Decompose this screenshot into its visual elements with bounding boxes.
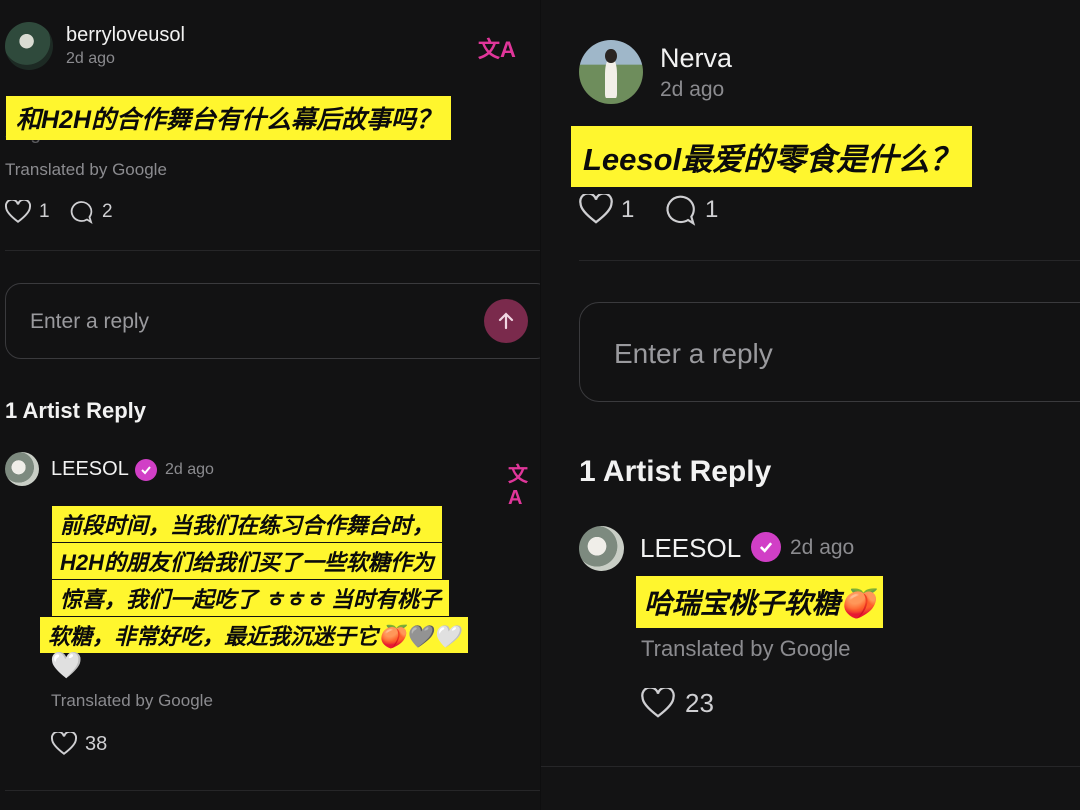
artist-translation-line-1: 前段时间，当我们在练习合作舞台时， (52, 506, 443, 542)
left-screenshot: berryloveusol 2d ago 文A ⋮ stage with Hat… (0, 0, 540, 810)
like-stat[interactable]: 1 (579, 194, 634, 225)
artist-reply-heading: 1 Artist Reply (579, 455, 772, 488)
reply-placeholder: Enter a reply (30, 310, 150, 333)
artist-translation-line-4: 软糖，非常好吃，最近我沉迷于它🍑🩶🤍 (40, 617, 469, 653)
like-stat[interactable]: 1 (5, 200, 50, 224)
translation-highlight: Leesol最爱的零食是什么？ (571, 126, 973, 187)
heart-icon (641, 688, 675, 718)
like-count: 1 (39, 201, 50, 222)
artist-avatar[interactable] (5, 452, 39, 486)
artist-name[interactable]: LEESOL (640, 533, 741, 564)
reply-input[interactable]: Enter a reply (579, 302, 1080, 402)
post-username[interactable]: berryloveusol (66, 24, 185, 47)
artist-translation-line-3: 惊喜，我们一起吃了 ㅎㅎㅎ 当时有桃子 (52, 580, 449, 616)
artist-translation-line-2: H2H的朋友们给我们买了一些软糖作为 (52, 543, 443, 579)
artist-translation-highlight: 哈瑞宝桃子软糖🍑 (636, 576, 883, 628)
user-avatar[interactable] (579, 40, 643, 104)
like-count: 1 (621, 195, 635, 223)
verified-badge-icon (751, 532, 781, 562)
comment-icon (70, 201, 93, 224)
artist-like-count: 38 (85, 732, 108, 755)
heart-icon (5, 200, 31, 223)
artist-name[interactable]: LEESOL (51, 458, 129, 481)
artist-reply-time: 2d ago (790, 536, 855, 559)
post-time: 2d ago (660, 78, 725, 101)
heart-icon (51, 732, 77, 755)
heart-icon (579, 194, 613, 224)
trailing-emoji: 🤍 (50, 650, 83, 680)
comment-count: 2 (102, 201, 113, 222)
reply-placeholder: Enter a reply (614, 338, 773, 369)
translate-icon[interactable]: 文A (508, 458, 540, 510)
verified-badge-icon (135, 459, 157, 481)
divider (5, 790, 540, 791)
reply-input[interactable]: Enter a reply (5, 283, 540, 359)
comment-count: 1 (705, 196, 719, 223)
user-avatar[interactable] (5, 22, 53, 70)
divider (579, 260, 1080, 261)
artist-like-stat[interactable]: 23 (641, 688, 714, 719)
artist-like-stat[interactable]: 38 (51, 732, 107, 756)
artist-reply-time: 2d ago (165, 461, 214, 478)
artist-translated-by: Translated by Google (51, 691, 213, 710)
send-arrow-icon (498, 312, 514, 330)
post-time: 2d ago (66, 50, 115, 67)
divider (541, 766, 1080, 767)
translated-by-label: Translated by Google (5, 160, 167, 179)
artist-avatar[interactable] (579, 526, 624, 571)
artist-translated-by: Translated by Google (641, 636, 851, 661)
more-icon[interactable]: ⋮ (534, 30, 540, 51)
translate-icon[interactable]: 文A (478, 32, 516, 64)
comment-stat[interactable]: 1 (663, 194, 718, 226)
right-screenshot: Nerva 2d ago Leesol最爱的零食是什么？ 1 1 Enter a… (541, 0, 1080, 810)
send-button[interactable] (484, 299, 528, 343)
post-username[interactable]: Nerva (660, 43, 732, 74)
artist-reply-heading: 1 Artist Reply (5, 398, 147, 423)
translation-highlight: 和H2H的合作舞台有什么幕后故事吗？ (6, 96, 452, 140)
divider (5, 250, 540, 251)
comment-icon (666, 195, 696, 226)
artist-like-count: 23 (685, 688, 714, 718)
comment-stat[interactable]: 2 (68, 200, 113, 224)
